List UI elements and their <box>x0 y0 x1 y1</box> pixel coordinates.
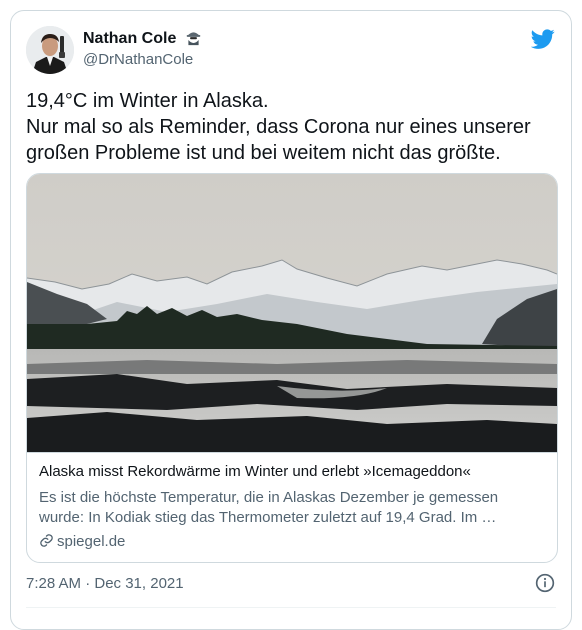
link-title[interactable]: Alaska misst Rekordwärme im Winter und e… <box>39 463 471 480</box>
tweet-text: 19,4°C im Winter in Alaska. Nur mal so a… <box>26 88 556 166</box>
tweet-line: 19,4°C im Winter in Alaska. <box>26 90 269 112</box>
author-name-label[interactable]: Nathan Cole <box>83 30 176 47</box>
tweet-timestamp[interactable]: 7:28 AM · Dec 31, 2021 <box>26 575 184 592</box>
author-name[interactable]: Nathan Cole <box>83 29 202 48</box>
link-domain[interactable]: spiegel.de <box>39 533 125 550</box>
link-description-line: wurde: In Kodiak stieg das Thermometer z… <box>39 509 497 526</box>
divider <box>26 607 556 608</box>
link-preview-body[interactable]: Alaska misst Rekordwärme im Winter und e… <box>27 452 557 550</box>
tweet-card: Nathan Cole @DrNathanCole 19,4°C im Wint… <box>10 10 572 630</box>
link-preview-image[interactable] <box>27 174 557 452</box>
link-description: Es ist die höchste Temperatur, die in Al… <box>39 488 549 528</box>
detective-emoji-icon <box>186 32 201 46</box>
twitter-bird-icon[interactable] <box>531 27 555 51</box>
link-domain-label[interactable]: spiegel.de <box>57 533 125 550</box>
link-icon <box>40 534 53 547</box>
author-handle[interactable]: @DrNathanCole <box>83 51 193 68</box>
tweet-line: Nur mal so als Reminder, dass Corona nur… <box>26 116 531 138</box>
info-icon[interactable] <box>535 573 555 593</box>
link-preview-card[interactable]: Alaska misst Rekordwärme im Winter und e… <box>26 173 558 563</box>
tweet-line: großen Probleme ist und bei weitem nicht… <box>26 142 501 164</box>
avatar[interactable] <box>26 26 74 74</box>
link-description-line: Es ist die höchste Temperatur, die in Al… <box>39 489 499 506</box>
